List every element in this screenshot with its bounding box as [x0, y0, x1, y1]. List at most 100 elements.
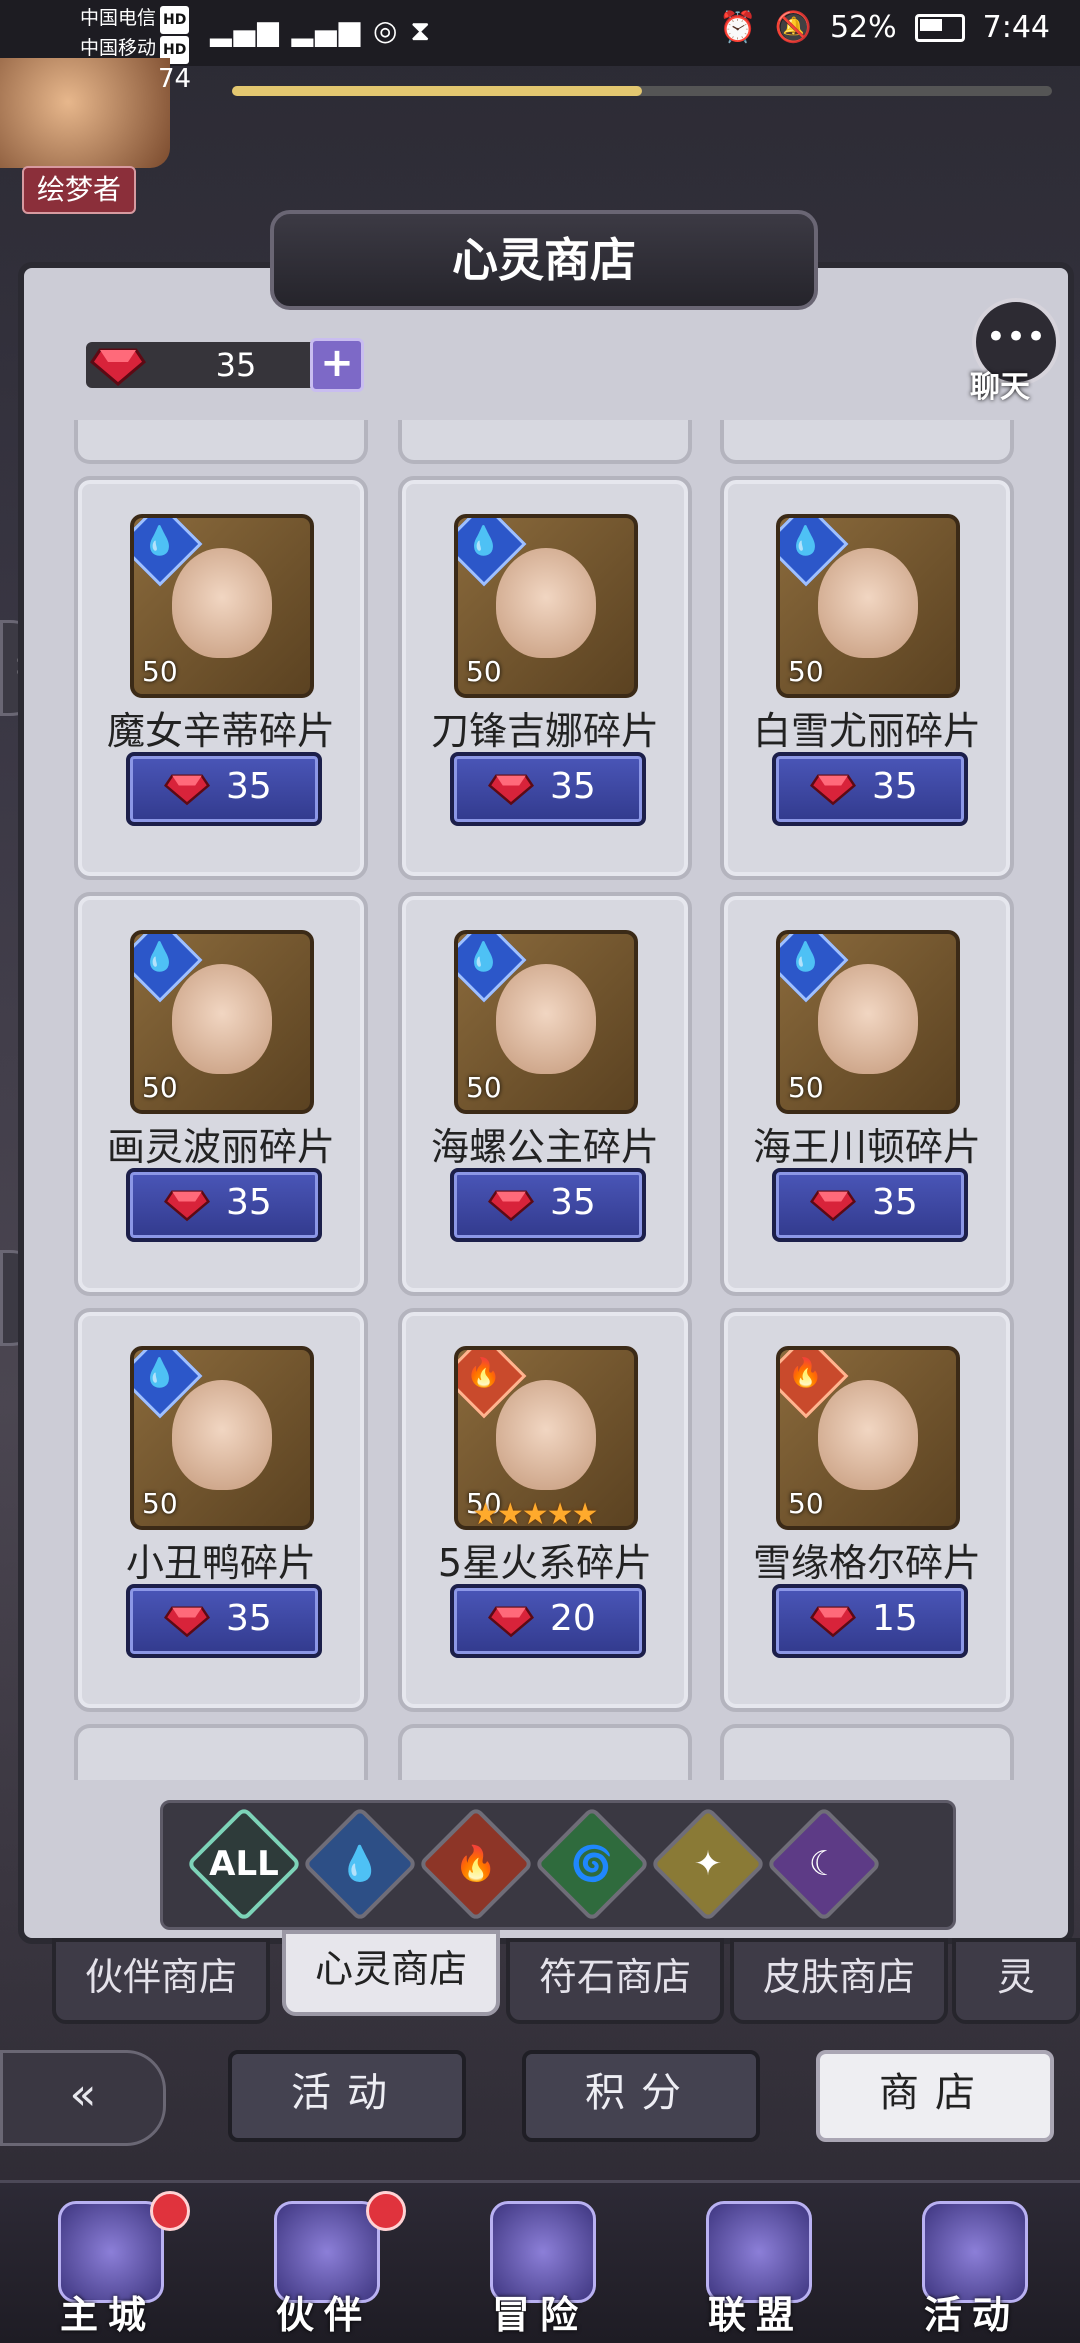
character-face	[172, 548, 272, 658]
item-count: 50	[788, 655, 824, 688]
nav-item[interactable]: 活动	[864, 2183, 1080, 2343]
character-face	[496, 964, 596, 1074]
back-button[interactable]: «	[0, 2050, 166, 2146]
shop-tab[interactable]: 心灵商店	[282, 1930, 500, 2016]
shop-item-card[interactable]: 💧 50 魔女辛蒂碎片 35	[74, 476, 368, 880]
item-portrait: 💧 50	[776, 930, 960, 1114]
buy-button[interactable]: 15	[772, 1584, 968, 1658]
xp-bar	[232, 86, 1052, 96]
item-portrait: 💧 50	[130, 930, 314, 1114]
card-peek	[74, 420, 368, 464]
buy-button[interactable]: 35	[450, 752, 646, 826]
shop-tab[interactable]: 伙伴商店	[52, 1938, 270, 2024]
item-name: 刀锋吉娜碎片	[430, 709, 659, 753]
item-count: 50	[142, 1071, 178, 1104]
ruby-gem-icon	[164, 1190, 210, 1222]
item-count: 50	[788, 1071, 824, 1104]
item-name: 5星火系碎片	[437, 1541, 653, 1585]
xp-bar-fill	[232, 86, 642, 96]
ruby-gem-icon	[810, 774, 856, 806]
nav-label: 伙伴	[275, 2293, 372, 2337]
water-drop-icon: 💧	[142, 1356, 177, 1389]
chat-button[interactable]: ••• 聊天	[970, 298, 1062, 405]
item-portrait: 🔥 50	[776, 1346, 960, 1530]
character-face	[818, 964, 918, 1074]
buy-button[interactable]: 35	[772, 752, 968, 826]
nav-item[interactable]: 主城	[0, 2183, 216, 2343]
nav-item[interactable]: 联盟	[648, 2183, 864, 2343]
filter-water-button[interactable]: 💧	[302, 1806, 418, 1922]
filter-dark-button[interactable]: ☾	[766, 1806, 882, 1922]
filter-all-button[interactable]: ALL	[186, 1806, 302, 1922]
star-rating: ★★★★★	[472, 1497, 598, 1530]
item-price: 35	[226, 766, 272, 807]
filter-fire-button[interactable]: 🔥	[418, 1806, 534, 1922]
item-count: 50	[466, 655, 502, 688]
item-name: 海螺公主碎片	[430, 1125, 659, 1169]
ruby-gem-icon	[164, 1606, 210, 1638]
status-right: ⏰ 🔕 52% 7:44	[719, 10, 1050, 45]
buy-button[interactable]: 35	[126, 1168, 322, 1242]
filter-fire-icon: 🔥	[454, 1844, 498, 1884]
character-face	[496, 548, 596, 658]
shop-tab[interactable]: 符石商店	[506, 1938, 724, 2024]
water-drop-icon: 💧	[466, 524, 501, 557]
item-price: 35	[226, 1182, 272, 1223]
card-peek	[720, 1724, 1014, 1780]
shop-item-card[interactable]: 💧 50 海螺公主碎片 35	[398, 892, 692, 1296]
shop-item-card[interactable]: 🔥 50 ★★★★★ 5星火系碎片 20	[398, 1308, 692, 1712]
nav-item[interactable]: 冒险	[432, 2183, 648, 2343]
shop-item-card[interactable]: 💧 50 白雪尤丽碎片 35	[720, 476, 1014, 880]
ruby-gem-icon	[90, 348, 146, 386]
rank-badge[interactable]: 绘梦者	[22, 166, 136, 214]
filter-wind-button[interactable]: 🌀	[534, 1806, 650, 1922]
player-level: 74	[158, 64, 192, 94]
item-name: 画灵波丽碎片	[106, 1125, 335, 1169]
battery-percent: 52%	[829, 10, 897, 45]
buy-button[interactable]: 35	[126, 1584, 322, 1658]
water-drop-icon: 💧	[788, 940, 823, 973]
buy-button[interactable]: 35	[772, 1168, 968, 1242]
water-drop-icon: 💧	[466, 940, 501, 973]
shop-item-card[interactable]: 🔥 50 雪缘格尔碎片 15	[720, 1308, 1014, 1712]
item-portrait: 💧 50	[454, 930, 638, 1114]
shop-item-card[interactable]: 💧 50 刀锋吉娜碎片 35	[398, 476, 692, 880]
mute-icon: 🔕	[774, 10, 812, 45]
points-button[interactable]: 积分	[522, 2050, 760, 2142]
ruby-gem-icon	[810, 1190, 856, 1222]
notification-dot	[150, 2191, 190, 2231]
filter-all-icon: ALL	[209, 1844, 279, 1884]
shop-item-card[interactable]: 💧 50 海王川顿碎片 35	[720, 892, 1014, 1296]
item-portrait: 💧 50	[776, 514, 960, 698]
clock: 7:44	[982, 10, 1050, 45]
shop-tab[interactable]: 皮肤商店	[730, 1938, 948, 2024]
item-price: 35	[872, 1182, 918, 1223]
item-portrait: 💧 50	[454, 514, 638, 698]
buy-button[interactable]: 20	[450, 1584, 646, 1658]
ruby-gem-icon	[488, 774, 534, 806]
filter-water-icon: 💧	[338, 1844, 382, 1884]
store-button[interactable]: 商店	[816, 2050, 1054, 2142]
shop-item-card[interactable]: 💧 50 小丑鸭碎片 35	[74, 1308, 368, 1712]
nav-label: 冒险	[491, 2293, 588, 2337]
fire-icon: 🔥	[788, 1356, 823, 1389]
card-peek	[74, 1724, 368, 1780]
filter-light-button[interactable]: ✦	[650, 1806, 766, 1922]
player-avatar[interactable]	[0, 58, 170, 168]
nav-item[interactable]: 伙伴	[216, 2183, 432, 2343]
element-filter-bar: ALL 💧 🔥 🌀 ✦ ☾	[160, 1800, 956, 1930]
buy-button[interactable]: 35	[450, 1168, 646, 1242]
item-grid: 💧 50 魔女辛蒂碎片 35 💧 50 刀锋吉娜碎片 35 💧 50 白雪尤丽碎片 35 💧 50 画灵波丽…	[38, 420, 1042, 1780]
activity-button[interactable]: 活动	[228, 2050, 466, 2142]
shop-tab[interactable]: 灵	[952, 1938, 1080, 2024]
card-peek	[398, 420, 692, 464]
buy-button[interactable]: 35	[126, 752, 322, 826]
currency-display: 35 +	[86, 338, 364, 392]
item-price: 35	[550, 1182, 596, 1223]
carrier-info: 中国电信 HD 中国移动 HD	[80, 4, 190, 64]
add-currency-button[interactable]: +	[310, 338, 364, 392]
filter-light-icon: ✦	[693, 1844, 723, 1884]
nav-label: 主城	[59, 2293, 156, 2337]
shop-item-card[interactable]: 💧 50 画灵波丽碎片 35	[74, 892, 368, 1296]
character-face	[496, 1380, 596, 1490]
